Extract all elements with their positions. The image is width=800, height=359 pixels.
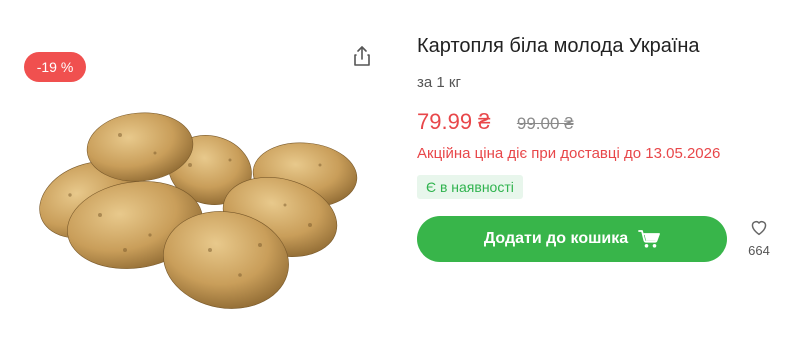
price-old: 99.00 ₴ [516,114,574,133]
product-gallery: -19 % [0,0,400,359]
price-row: 79.99 ₴ 99.00 ₴ [417,109,574,135]
favorites-count: 664 [748,243,770,258]
promo-text: Акційна ціна діє при доставці до 13.05.2… [417,145,721,162]
stock-status-badge: Є в наявності [417,175,523,199]
unit-label: за 1 кг [417,74,461,91]
price-current: 79.99 ₴ [417,109,491,134]
favorite-button[interactable]: 664 [744,218,774,258]
heart-icon [751,220,767,236]
discount-badge: -19 % [24,52,86,82]
share-icon [354,46,370,66]
add-to-cart-button[interactable]: Додати до кошика [417,216,727,262]
add-to-cart-label: Додати до кошика [483,230,629,247]
product-title: Картопля біла молода Україна [417,35,700,57]
product-image [39,112,358,309]
product-info: Картопля біла молода Україна за 1 кг 79.… [417,0,792,359]
cart-icon [638,230,661,248]
share-button[interactable] [350,44,374,68]
